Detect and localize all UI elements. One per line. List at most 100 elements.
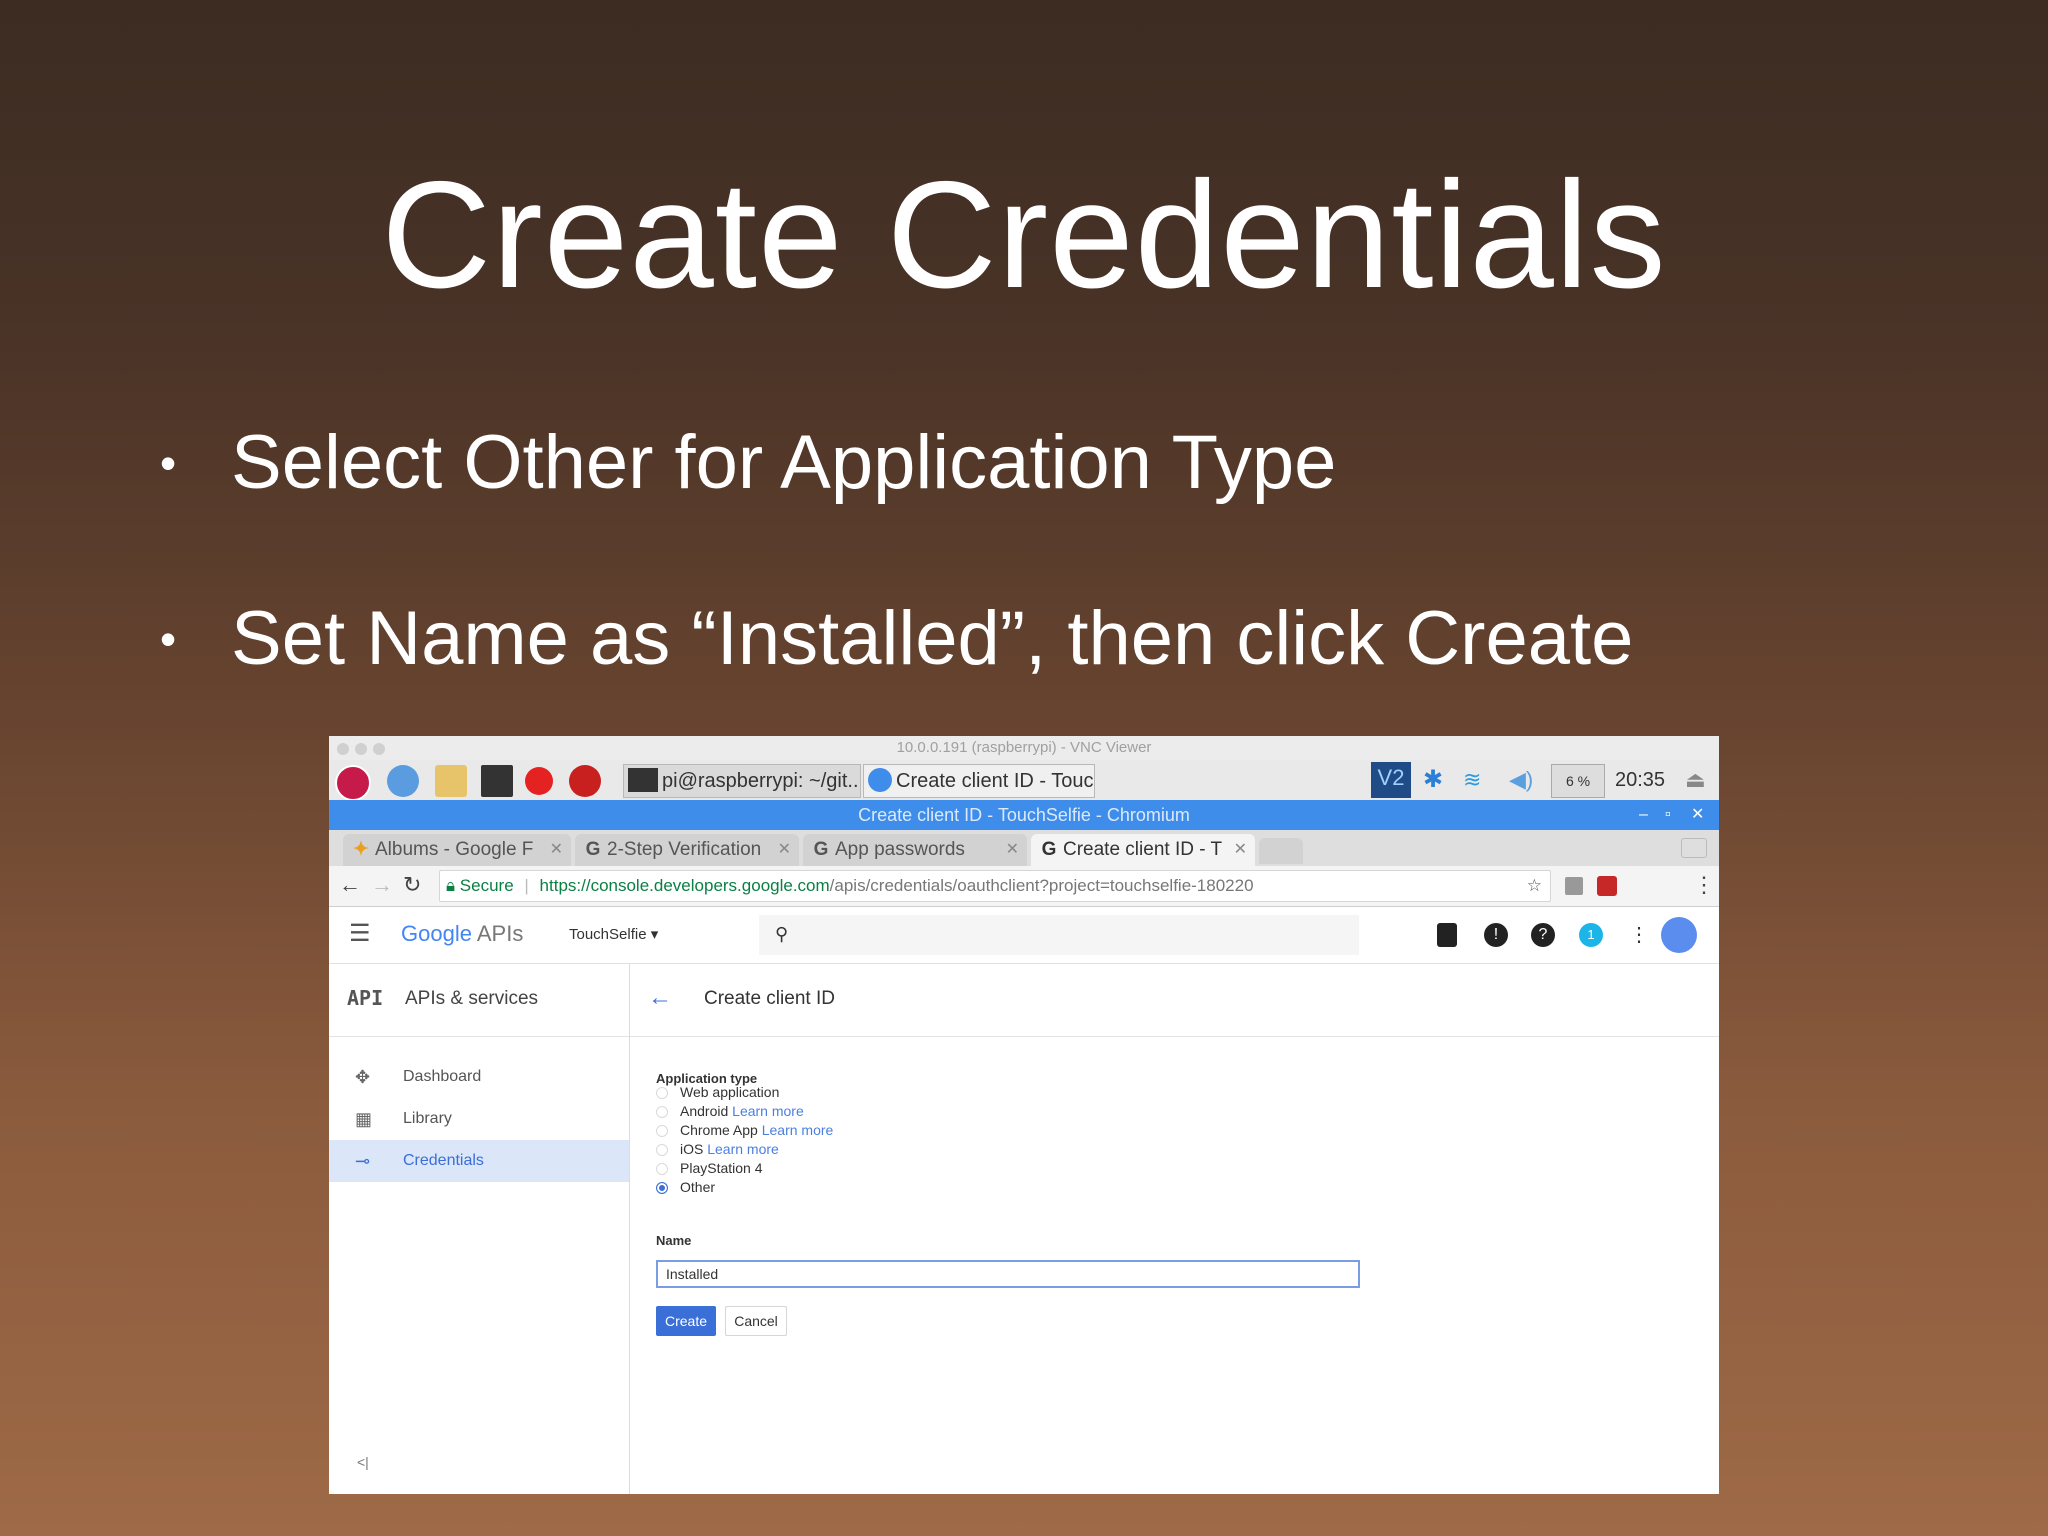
new-tab-button[interactable]	[1259, 838, 1303, 864]
search-icon: ⚲	[775, 924, 789, 944]
volume-icon[interactable]: ◀)	[1509, 764, 1533, 796]
option-label: Other	[680, 1179, 716, 1195]
bullet-text: Select Other for Application Type	[231, 420, 1337, 505]
learn-more-link[interactable]: Learn more	[762, 1122, 834, 1138]
avatar[interactable]	[1661, 917, 1697, 953]
radio-chrome-app[interactable]	[656, 1125, 668, 1137]
name-field[interactable]: Installed	[656, 1260, 1360, 1288]
gift-icon[interactable]	[1437, 923, 1457, 947]
radio-web-application[interactable]	[656, 1087, 668, 1099]
create-button[interactable]: Create	[656, 1306, 716, 1336]
library-icon: ▦	[355, 1109, 373, 1129]
tab-create-client-id[interactable]: G Create client ID - T ✕	[1031, 834, 1255, 866]
cancel-button[interactable]: Cancel	[725, 1306, 787, 1336]
forward-icon[interactable]: →	[371, 870, 393, 900]
lock-icon: 🔒︎	[446, 876, 456, 895]
option-label: PlayStation 4	[680, 1160, 763, 1176]
raspberry-menu-icon[interactable]	[335, 765, 371, 801]
chromium-icon	[868, 768, 892, 793]
option-android[interactable]: Android Learn more	[680, 1102, 804, 1120]
chrome-menu-icon[interactable]: ⋮	[1693, 870, 1715, 900]
folder-icon[interactable]	[435, 765, 467, 797]
learn-more-link[interactable]: Learn more	[707, 1141, 779, 1157]
option-label: iOS	[680, 1141, 704, 1157]
math-icon[interactable]	[525, 767, 553, 795]
option-chrome-app[interactable]: Chrome App Learn more	[680, 1121, 833, 1139]
radio-other[interactable]	[656, 1182, 668, 1194]
bookmark-star-icon[interactable]: ☆	[1527, 871, 1542, 901]
google-apis-logo[interactable]: Google APIs	[401, 921, 523, 947]
learn-more-link[interactable]: Learn more	[732, 1103, 804, 1119]
address-bar[interactable]: 🔒︎ Secure | https://console.developers.g…	[439, 870, 1551, 902]
project-selector[interactable]: TouchSelfie ▾	[569, 925, 658, 943]
radio-playstation-4[interactable]	[656, 1163, 668, 1175]
vnc-tray-icon[interactable]: V2	[1371, 762, 1411, 798]
radio-android[interactable]	[656, 1106, 668, 1118]
extension-icon[interactable]	[1565, 877, 1583, 895]
ublock-icon[interactable]	[1597, 876, 1617, 896]
clock: 20:35	[1615, 769, 1666, 791]
tab-2step[interactable]: G 2-Step Verification ✕	[575, 834, 799, 866]
option-playstation-4[interactable]: PlayStation 4	[680, 1159, 763, 1177]
dashboard-icon: ✥	[355, 1067, 371, 1087]
main-content: ← Create client ID Application type Web …	[630, 964, 1719, 1494]
option-label: Android	[680, 1103, 729, 1119]
eject-icon[interactable]: ⏏	[1685, 764, 1706, 796]
task-chromium[interactable]: Create client ID - Touc...	[863, 764, 1095, 798]
api-badge: API	[347, 986, 384, 1010]
sidebar-item-credentials[interactable]: ⊸ Credentials	[329, 1140, 629, 1182]
option-web-application[interactable]: Web application	[680, 1083, 779, 1101]
tab-close-icon[interactable]: ✕	[550, 834, 563, 866]
back-icon[interactable]: ←	[339, 870, 361, 900]
tab-app-passwords[interactable]: G App passwords ✕	[803, 834, 1027, 866]
tab-label: App passwords	[835, 839, 965, 860]
logo-google: Google	[401, 921, 472, 946]
feedback-icon[interactable]: !	[1484, 923, 1508, 947]
hamburger-menu-icon[interactable]: ☰	[349, 919, 371, 948]
tab-close-icon[interactable]: ✕	[1234, 834, 1247, 866]
task-terminal[interactable]: pi@raspberrypi: ~/git...	[623, 764, 861, 798]
option-other[interactable]: Other	[680, 1178, 715, 1196]
bluetooth-icon[interactable]: ✱	[1423, 764, 1443, 796]
toolbar: ← → ↻ 🔒︎ Secure | https://console.develo…	[329, 866, 1719, 907]
bullet-dot: •	[160, 437, 177, 489]
tab-label: Create client ID - T	[1063, 839, 1223, 860]
notifications-badge[interactable]: 1	[1579, 923, 1603, 947]
minimize-icon[interactable]: –	[1639, 800, 1648, 830]
wolfram-icon[interactable]	[569, 765, 601, 797]
zoom-dot-icon[interactable]	[373, 743, 385, 755]
google-icon: G	[585, 839, 601, 860]
slide-title: Create Credentials	[381, 150, 1667, 320]
tab-close-icon[interactable]: ✕	[1006, 834, 1019, 866]
cpu-monitor: 6 %	[1551, 764, 1605, 798]
sidebar-item-library[interactable]: ▦ Library	[329, 1098, 629, 1140]
task-label: Create client ID - Touc...	[896, 770, 1095, 792]
minimize-dot-icon[interactable]	[355, 743, 367, 755]
terminal-icon[interactable]	[481, 765, 513, 797]
close-icon[interactable]: ✕	[1691, 800, 1704, 830]
sidebar-item-label: Credentials	[403, 1152, 484, 1169]
more-menu-icon[interactable]: ⋮	[1627, 923, 1651, 947]
sidebar: API APIs & services ✥ Dashboard ▦ Librar…	[329, 964, 630, 1494]
task-label: pi@raspberrypi: ~/git...	[662, 770, 861, 792]
option-ios[interactable]: iOS Learn more	[680, 1140, 779, 1158]
help-icon[interactable]: ?	[1531, 923, 1555, 947]
tab-albums[interactable]: ✦ Albums - Google F ✕	[343, 834, 571, 866]
sidebar-item-dashboard[interactable]: ✥ Dashboard	[329, 1056, 629, 1098]
browser-icon[interactable]	[387, 765, 419, 797]
search-input[interactable]: ⚲	[759, 915, 1359, 955]
reload-icon[interactable]: ↻	[403, 870, 421, 900]
collapse-sidebar-icon[interactable]: <|	[357, 1454, 369, 1470]
wifi-icon[interactable]: ≋	[1463, 764, 1481, 796]
terminal-icon	[628, 768, 658, 793]
radio-ios[interactable]	[656, 1144, 668, 1156]
tab-close-icon[interactable]: ✕	[778, 834, 791, 866]
close-dot-icon[interactable]	[337, 743, 349, 755]
url-path: /apis/credentials/oauthclient?project=to…	[829, 876, 1254, 895]
back-arrow-icon[interactable]: ←	[648, 984, 672, 1012]
sidebar-item-label: Library	[403, 1110, 452, 1127]
profile-icon[interactable]	[1681, 838, 1707, 858]
restore-icon[interactable]: ▫	[1665, 800, 1671, 830]
sidebar-header: API APIs & services	[329, 964, 629, 1037]
tab-label: 2-Step Verification	[607, 839, 762, 860]
